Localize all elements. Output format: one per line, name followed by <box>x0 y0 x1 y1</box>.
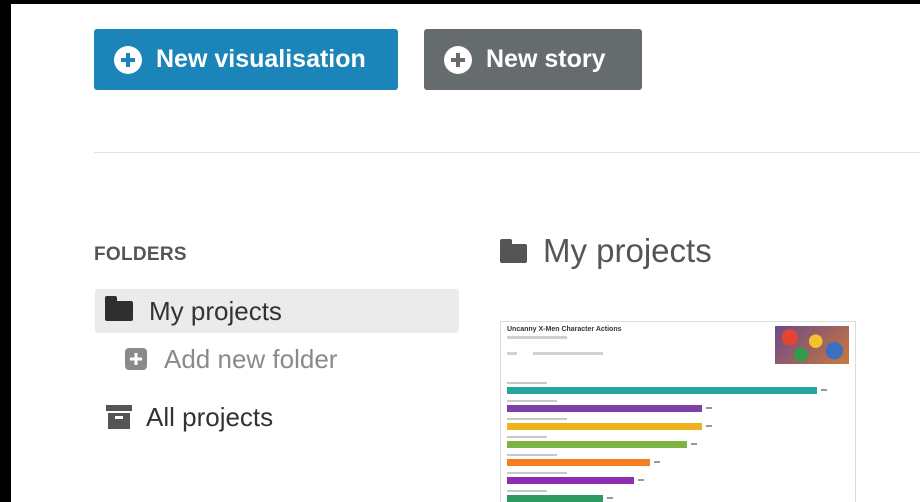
thumbnail-bar-label <box>507 454 557 456</box>
sidebar-item-label: Add new folder <box>164 343 338 374</box>
thumbnail-bar-label <box>507 472 567 474</box>
thumbnail-bar-label <box>507 418 567 420</box>
page: New visualisation New story FOLDERS My p… <box>11 4 920 502</box>
section-title: My projects <box>500 232 712 270</box>
thumbnail-filter <box>533 352 603 355</box>
plus-square-icon <box>125 348 147 370</box>
sidebar-item-label: All projects <box>146 401 274 432</box>
plus-circle-icon <box>114 45 142 74</box>
thumbnail-bar-value <box>821 389 827 391</box>
thumbnail-filter <box>507 352 517 355</box>
thumbnail-bar <box>507 387 817 394</box>
thumbnail-bar <box>507 423 702 430</box>
divider <box>94 152 920 153</box>
thumbnail-bar-value <box>706 407 712 409</box>
thumbnail-bar-value <box>691 443 697 445</box>
folders-heading: FOLDERS <box>94 244 187 265</box>
thumbnail-bar-value <box>706 425 712 427</box>
thumbnail-bar-label <box>507 436 547 438</box>
section-title-text: My projects <box>543 232 712 269</box>
new-visualisation-button[interactable]: New visualisation <box>94 29 398 90</box>
thumbnail-bar-label <box>507 400 557 402</box>
plus-circle-icon <box>444 45 472 74</box>
thumbnail-artwork <box>775 326 849 364</box>
add-new-folder-button[interactable]: Add new folder <box>95 337 459 381</box>
thumbnail-bar-label <box>507 490 547 492</box>
thumbnail-title: Uncanny X-Men Character Actions <box>507 326 622 333</box>
thumbnail-bar <box>507 405 702 412</box>
new-visualisation-label: New visualisation <box>156 45 366 73</box>
thumbnail-bar <box>507 477 634 484</box>
thumbnail-bar-value <box>607 497 613 499</box>
thumbnail-bar <box>507 459 650 466</box>
thumbnail-subtitle-placeholder <box>507 336 567 339</box>
folder-icon <box>105 296 133 321</box>
sidebar-item-label: My projects <box>149 295 282 326</box>
thumbnail-bar <box>507 441 687 448</box>
thumbnail-bar-value <box>654 461 660 463</box>
folder-icon <box>500 238 527 263</box>
new-story-label: New story <box>486 45 606 73</box>
new-story-button[interactable]: New story <box>424 29 642 90</box>
thumbnail-bar-value <box>638 479 644 481</box>
thumbnail-bar-label <box>507 382 547 384</box>
thumbnail-bar <box>507 495 603 502</box>
archive-icon <box>106 405 132 429</box>
sidebar-item-all-projects[interactable]: All projects <box>95 395 459 439</box>
sidebar-item-my-projects[interactable]: My projects <box>95 289 459 333</box>
project-thumbnail[interactable]: Uncanny X-Men Character Actions <box>500 321 856 502</box>
